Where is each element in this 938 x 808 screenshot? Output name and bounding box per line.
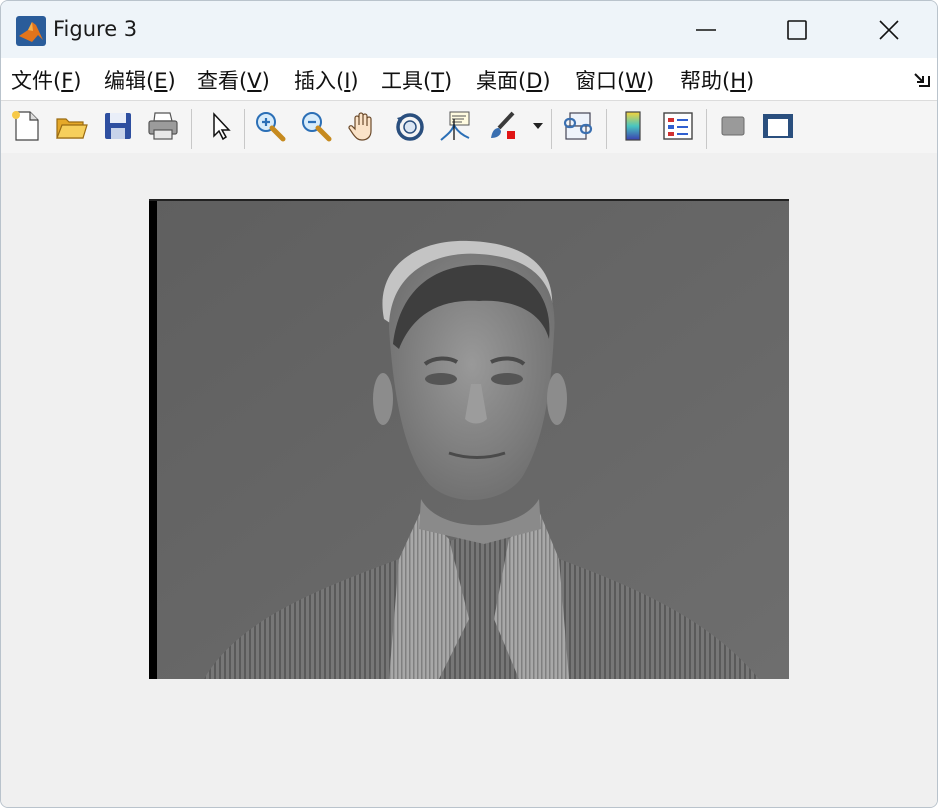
show-plot-tools-button[interactable] [759, 107, 797, 145]
colorbar-button[interactable] [614, 107, 652, 145]
legend-icon [663, 112, 693, 140]
toolbar-separator [191, 109, 192, 149]
open-file-button[interactable] [52, 107, 90, 145]
link-plot-icon [563, 112, 593, 140]
brush-dropdown-button[interactable] [527, 107, 549, 145]
close-button[interactable] [844, 1, 934, 58]
toolbar-separator [606, 109, 607, 149]
save-button[interactable] [99, 107, 137, 145]
window-title: Figure 3 [53, 17, 138, 41]
grayscale-portrait-image[interactable] [149, 199, 789, 679]
rotate-3d-icon [396, 113, 424, 141]
minimize-button[interactable] [661, 1, 751, 58]
maximize-icon [787, 19, 807, 40]
zoom-out-icon [302, 112, 332, 142]
colorbar-icon [625, 111, 641, 141]
open-file-icon [56, 118, 88, 139]
figure-toolbar [1, 100, 937, 154]
menu-insert[interactable]: 插入(I) [294, 65, 359, 95]
menu-window[interactable]: 窗口(W) [575, 65, 654, 95]
zoom-in-button[interactable] [251, 107, 289, 145]
print-button[interactable] [144, 107, 182, 145]
menu-bar: 文件(F) 编辑(E) 查看(V) 插入(I) 工具(T) 桌面(D) 窗口(W… [1, 58, 937, 100]
hide-plot-tools-icon [721, 116, 745, 136]
brush-icon [491, 111, 515, 139]
toolbar-separator [551, 109, 552, 149]
menu-file[interactable]: 文件(F) [11, 65, 82, 95]
dock-arrow-icon[interactable] [913, 72, 931, 88]
edit-plot-button[interactable] [201, 107, 239, 145]
matlab-logo-icon [16, 16, 46, 46]
menu-desktop[interactable]: 桌面(D) [476, 65, 551, 95]
brush-button[interactable] [483, 107, 521, 145]
toolbar-separator [706, 109, 707, 149]
pan-hand-icon [348, 112, 372, 141]
menu-view[interactable]: 查看(V) [197, 65, 270, 95]
maximize-button[interactable] [752, 1, 842, 58]
data-cursor-icon [440, 111, 470, 141]
print-icon [148, 112, 178, 140]
new-figure-icon [12, 111, 39, 141]
link-plot-button[interactable] [559, 107, 597, 145]
save-icon [105, 113, 131, 139]
new-figure-button[interactable] [7, 107, 45, 145]
brush-dropdown-icon [533, 123, 543, 129]
figure-window: Figure 3 文件(F) 编辑(E) 查看(V) 插入(I) 工具(T) 桌… [0, 0, 938, 808]
minimize-icon [696, 28, 716, 31]
pan-button[interactable] [344, 107, 382, 145]
zoom-in-icon [256, 112, 286, 142]
edit-plot-arrow-icon [213, 112, 231, 141]
close-icon [879, 19, 899, 40]
zoom-out-button[interactable] [297, 107, 335, 145]
data-cursor-button[interactable] [436, 107, 474, 145]
hide-plot-tools-button[interactable] [714, 107, 752, 145]
legend-button[interactable] [659, 107, 697, 145]
toolbar-separator [244, 109, 245, 149]
portrait-image-drawing [149, 199, 789, 679]
title-bar[interactable]: Figure 3 [1, 1, 937, 58]
menu-edit[interactable]: 编辑(E) [104, 65, 176, 95]
rotate-3d-button[interactable] [391, 107, 429, 145]
menu-tools[interactable]: 工具(T) [381, 65, 452, 95]
figure-canvas[interactable] [1, 153, 937, 807]
show-plot-tools-icon [763, 114, 793, 138]
menu-help[interactable]: 帮助(H) [680, 65, 754, 95]
